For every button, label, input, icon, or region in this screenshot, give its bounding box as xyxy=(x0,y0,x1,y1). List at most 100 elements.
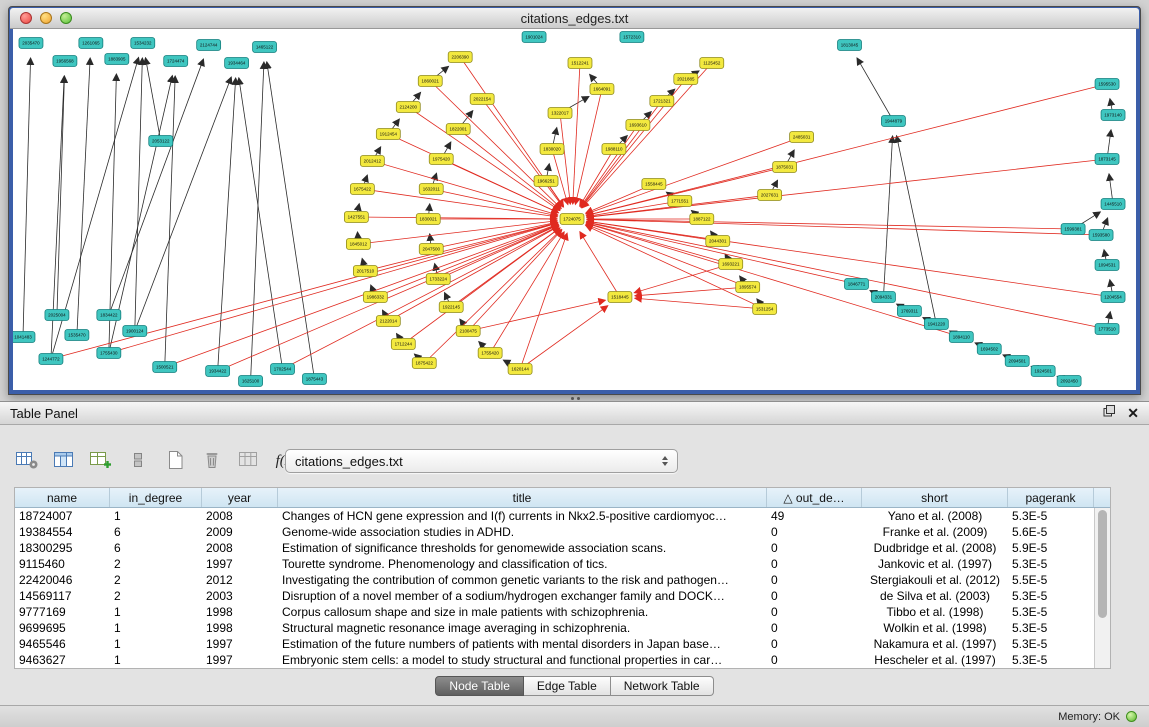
graph-node[interactable]: 1944879 xyxy=(881,116,905,127)
graph-node[interactable]: 1531254 xyxy=(753,304,777,315)
column-header-short[interactable]: short xyxy=(862,488,1008,507)
graph-node[interactable]: 2124200 xyxy=(396,102,420,113)
graph-node[interactable]: 1558445 xyxy=(642,179,666,190)
graph-node[interactable]: 1244772 xyxy=(39,354,63,365)
graph-node[interactable]: 2122014 xyxy=(376,316,400,327)
graph-node[interactable]: 1724474 xyxy=(164,56,188,67)
float-panel-icon[interactable] xyxy=(1103,404,1115,422)
graph-node[interactable]: 2094501 xyxy=(1005,356,1029,367)
graph-node[interactable]: 1900124 xyxy=(123,326,147,337)
table-row[interactable]: 969969511998Structural magnetic resonanc… xyxy=(15,620,1110,636)
graph-node[interactable]: 2022154 xyxy=(470,94,494,105)
graph-node[interactable]: 1941220 xyxy=(924,319,948,330)
table-row[interactable]: 1456911722003Disruption of a novel membe… xyxy=(15,588,1110,604)
graph-node[interactable]: 1822001 xyxy=(446,124,470,135)
graph-node[interactable]: 1721321 xyxy=(650,96,674,107)
graph-node[interactable]: 1595530 xyxy=(1095,79,1119,90)
graph-node[interactable]: 2124744 xyxy=(197,40,221,51)
graph-node[interactable]: 1966251 xyxy=(534,176,558,187)
new-table-button[interactable] xyxy=(160,447,190,475)
graph-node[interactable]: 1755420 xyxy=(478,348,502,359)
graph-node[interactable]: 2206390 xyxy=(448,52,472,63)
graph-node[interactable]: 2035470 xyxy=(19,38,43,49)
graph-node[interactable]: 1534232 xyxy=(131,38,155,49)
graph-node[interactable]: 1873145 xyxy=(1095,154,1119,165)
table-row[interactable]: 946362711997Embryonic stem cells: a mode… xyxy=(15,652,1110,668)
graph-node[interactable]: 1125452 xyxy=(700,58,724,69)
graph-node[interactable]: 1675422 xyxy=(350,184,374,195)
graph-node[interactable]: 2094331 xyxy=(871,292,895,303)
graph-node[interactable]: 1204554 xyxy=(1101,292,1125,303)
graph-node[interactable]: 1922145 xyxy=(439,302,463,313)
graph-node[interactable]: 2053122 xyxy=(149,136,173,147)
graph-node[interactable]: 1593580 xyxy=(1089,230,1113,241)
graph-node[interactable]: 1894110 xyxy=(949,332,973,343)
graph-node[interactable]: 1875422 xyxy=(412,358,436,369)
graph-node[interactable]: 1712244 xyxy=(391,339,415,350)
delete-table-button[interactable] xyxy=(234,447,264,475)
graph-node[interactable]: 2012412 xyxy=(360,156,384,167)
graph-node[interactable]: 2092450 xyxy=(1057,376,1081,387)
graph-node[interactable]: 1518445 xyxy=(608,292,632,303)
graph-node[interactable]: 1860021 xyxy=(418,76,442,87)
graph-node[interactable]: 1427551 xyxy=(344,212,368,223)
graph-node[interactable]: 1755430 xyxy=(97,348,121,359)
table-source-select[interactable]: citations_edges.txt xyxy=(285,449,678,473)
column-header-out_de[interactable]: △ out_de… xyxy=(767,488,862,507)
network-window-titlebar[interactable]: citations_edges.txt xyxy=(10,8,1139,29)
graph-node[interactable]: 1769311 xyxy=(897,306,921,317)
table-mode-button[interactable] xyxy=(12,447,42,475)
scrollbar-thumb[interactable] xyxy=(1098,510,1107,618)
graph-node[interactable]: 1632011 xyxy=(419,184,443,195)
graph-node[interactable]: 1875031 xyxy=(773,162,797,173)
graph-node[interactable]: 1934464 xyxy=(225,58,249,69)
column-header-year[interactable]: year xyxy=(202,488,278,507)
graph-node[interactable]: 2100475 xyxy=(456,326,480,337)
show-columns-button[interactable] xyxy=(49,447,79,475)
graph-node[interactable]: 1975420 xyxy=(429,154,453,165)
graph-node[interactable]: 1512241 xyxy=(568,58,592,69)
graph-node[interactable]: 2025004 xyxy=(45,310,69,321)
table-row[interactable]: 1872400712008Changes of HCN gene express… xyxy=(15,508,1110,524)
graph-node[interactable]: 1813045 xyxy=(838,40,862,51)
graph-node[interactable]: 1733224 xyxy=(426,274,450,285)
graph-node[interactable]: 1702544 xyxy=(271,364,295,375)
graph-node[interactable]: 1771551 xyxy=(668,196,692,207)
graph-node[interactable]: 1973140 xyxy=(1101,110,1125,121)
graph-node[interactable]: 1773510 xyxy=(1095,324,1119,335)
table-row[interactable]: 946554611997Estimation of the future num… xyxy=(15,636,1110,652)
graph-node[interactable]: 1887122 xyxy=(690,214,714,225)
graph-node[interactable]: 1094531 xyxy=(1095,260,1119,271)
graph-node[interactable]: 1845012 xyxy=(346,239,370,250)
graph-node[interactable]: 1535470 xyxy=(65,330,89,341)
graph-node[interactable]: 2021885 xyxy=(674,74,698,85)
graph-node[interactable]: 1322017 xyxy=(548,108,572,119)
graph-node[interactable]: 1834422 xyxy=(97,310,121,321)
table-row[interactable]: 1938455462009Genome-wide association stu… xyxy=(15,524,1110,540)
graph-node[interactable]: 1041483 xyxy=(13,332,35,343)
table-row[interactable]: 1830029562008Estimation of significance … xyxy=(15,540,1110,556)
graph-node[interactable]: 2027631 xyxy=(758,190,782,201)
graph-node[interactable]: 1664091 xyxy=(590,84,614,95)
graph-node[interactable]: 1830020 xyxy=(540,144,564,155)
table-row[interactable]: 977716911998Corpus callosum shape and si… xyxy=(15,604,1110,620)
graph-node[interactable]: 1445510 xyxy=(1101,199,1125,210)
graph-node[interactable]: 1883905 xyxy=(105,54,129,65)
graph-node[interactable]: 1830021 xyxy=(416,214,440,225)
graph-node[interactable]: 1500521 xyxy=(153,362,177,373)
zoom-window-button[interactable] xyxy=(60,12,72,24)
column-header-name[interactable]: name xyxy=(15,488,110,507)
graph-node[interactable]: 1901024 xyxy=(522,32,546,43)
network-canvas[interactable]: 1724075203547019565681261065188390515342… xyxy=(13,29,1136,390)
column-header-pagerank[interactable]: pagerank xyxy=(1008,488,1094,507)
column-header-in_degree[interactable]: in_degree xyxy=(110,488,202,507)
graph-node[interactable]: 1924501 xyxy=(1031,366,1055,377)
close-panel-icon[interactable]: ✕ xyxy=(1127,406,1139,420)
graph-node[interactable]: 1599381 xyxy=(1061,224,1085,235)
graph-node[interactable]: 1261065 xyxy=(79,38,103,49)
tab-node-table[interactable]: Node Table xyxy=(435,676,524,696)
create-column-button[interactable] xyxy=(86,447,116,475)
graph-node[interactable]: 2044301 xyxy=(706,236,730,247)
graph-node[interactable]: 1986332 xyxy=(363,292,387,303)
row-options-button[interactable] xyxy=(123,447,153,475)
